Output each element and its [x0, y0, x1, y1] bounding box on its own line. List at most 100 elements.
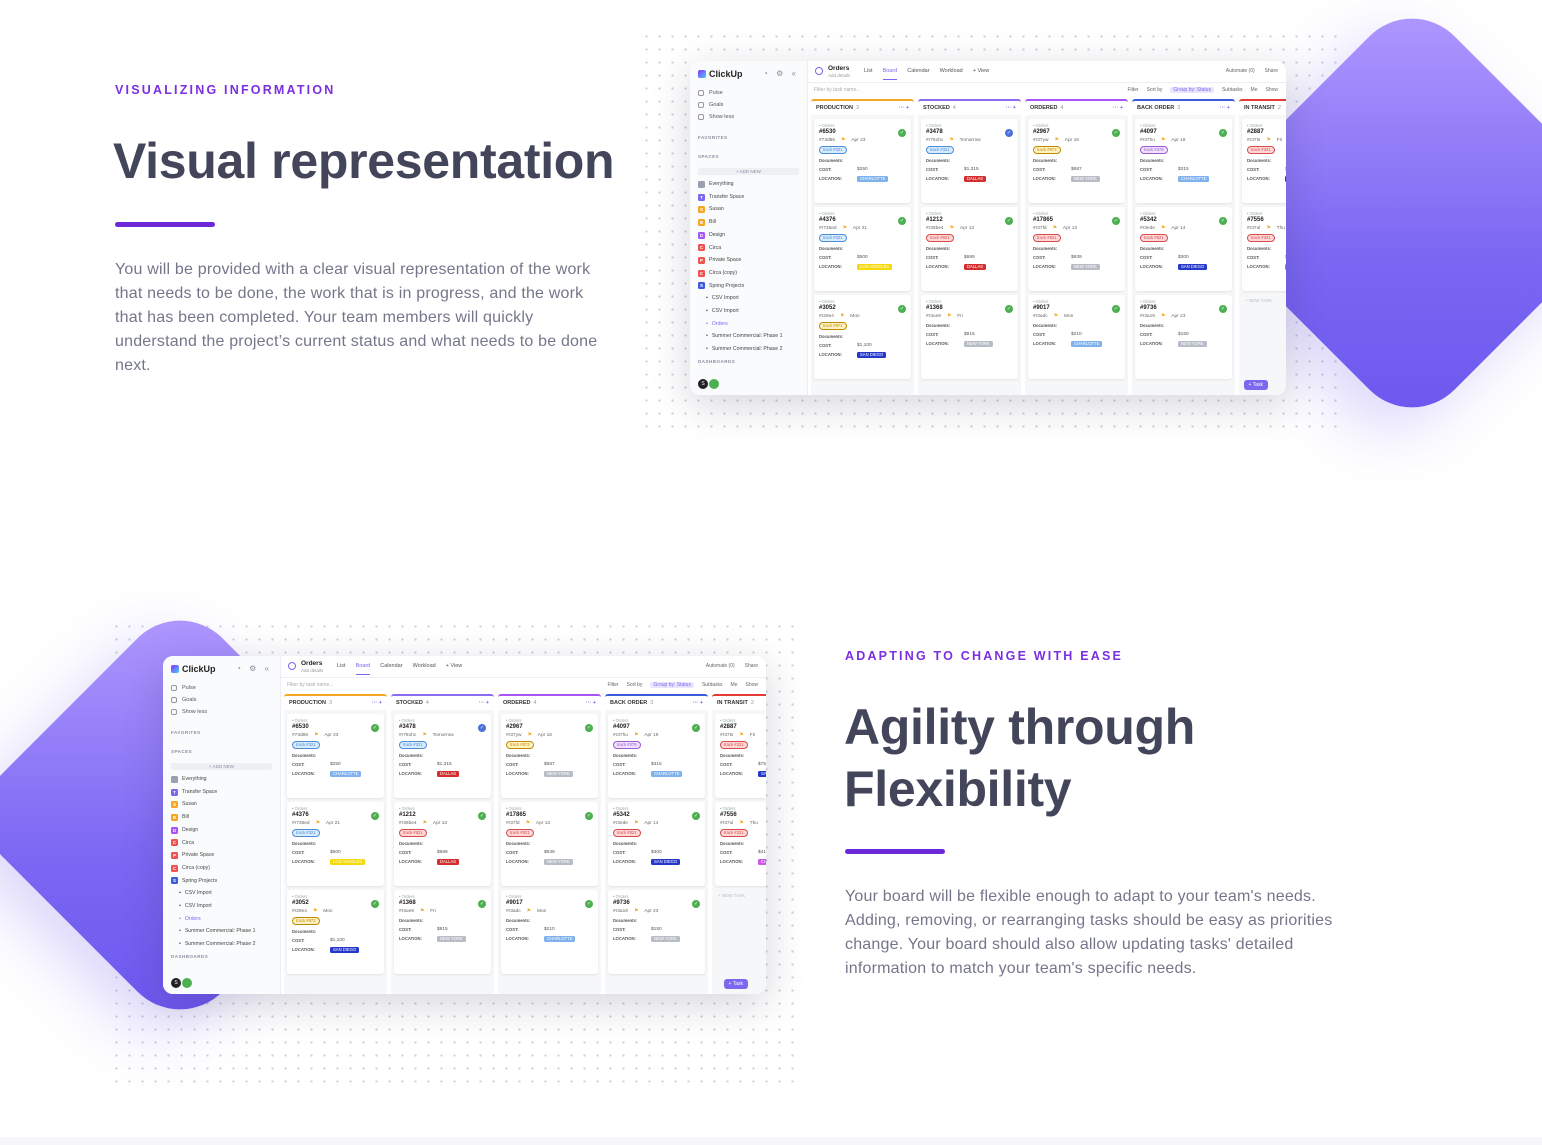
topbar-action[interactable]: Automate (0): [706, 663, 735, 669]
list-item[interactable]: • Summer Commercial: Phase 2: [698, 343, 803, 356]
add-icon[interactable]: ··· +: [372, 700, 382, 706]
sidebar-nav-item[interactable]: Pulse: [171, 682, 207, 694]
task-card[interactable]: • Orders #6530 ✓ #73d86 ⚑ Apr 23 track #321 Doc…: [814, 119, 911, 203]
task-card[interactable]: • Orders #4097 ✓ #r37hu ⚑ Apr 19 track #378 Doc…: [608, 714, 705, 798]
task-card[interactable]: • Orders #3052 ✓ #r29e4 ⚑ Mon track #872 Docume…: [287, 890, 384, 974]
space-item[interactable]: Everything: [698, 178, 803, 191]
sidebar-tools-icons[interactable]: ◔ ⚙ «: [236, 664, 272, 673]
task-card[interactable]: • Orders#2887✓#r37ts⚑Fritrack #321Docume…: [715, 714, 766, 798]
search-input[interactable]: Filter by task name...: [814, 87, 860, 93]
task-card[interactable]: • Orders#7556✓#r37ul⚑Thutrack #321Docume…: [1242, 207, 1286, 291]
sidebar-nav-item[interactable]: Show less: [171, 706, 207, 718]
task-card[interactable]: • Orders#2887✓#r37ts⚑Fritrack #321Docume…: [1242, 119, 1286, 203]
column-header[interactable]: PRODUCTION 3 ··· +: [284, 694, 387, 710]
filter-action[interactable]: Show: [745, 682, 758, 688]
column-header[interactable]: PRODUCTION 3 ··· +: [811, 99, 914, 115]
tab-board[interactable]: Board: [882, 68, 898, 80]
list-item[interactable]: • Orders: [171, 913, 276, 926]
add-new-button[interactable]: + ADD NEW: [171, 763, 272, 770]
add-icon[interactable]: ··· +: [1113, 105, 1123, 111]
add-icon[interactable]: ··· +: [479, 700, 489, 706]
space-item[interactable]: B Bill: [698, 216, 803, 229]
sidebar-nav-item[interactable]: Goals: [171, 694, 207, 706]
folder-item[interactable]: ▪ CSV Import: [698, 305, 803, 318]
add-icon[interactable]: ··· +: [1006, 105, 1016, 111]
task-card[interactable]: • Orders #17865 ✓ #r37fd ⚑ Apr 13 track #821 Do…: [501, 802, 598, 886]
filter-action[interactable]: Me: [1251, 87, 1258, 93]
logo[interactable]: ClickUp: [698, 69, 743, 79]
filter-action[interactable]: Me: [731, 682, 738, 688]
space-item[interactable]: Everything: [171, 773, 276, 786]
space-item[interactable]: S Susan: [171, 798, 276, 811]
view-subtitle[interactable]: Add details: [828, 73, 850, 78]
search-input[interactable]: Filter by task name...: [287, 682, 333, 688]
favorites-header[interactable]: FAVORITES: [171, 730, 201, 735]
add-icon[interactable]: ··· +: [1220, 105, 1230, 111]
list-item[interactable]: • Summer Commercial: Phase 1: [171, 925, 276, 938]
tab-view[interactable]: + View: [446, 663, 463, 675]
sidebar-tools-icons[interactable]: ◔ ⚙ «: [763, 69, 799, 78]
topbar-action[interactable]: Share: [745, 663, 758, 669]
task-card[interactable]: • Orders #4376 ✓ #r736ed ⚑ Apr 21 track #321 Do…: [814, 207, 911, 291]
filter-action[interactable]: Show: [1265, 87, 1278, 93]
filter-action[interactable]: Subtasks: [702, 682, 723, 688]
task-card[interactable]: • Orders #4376 ✓ #r736ed ⚑ Apr 21 track #321 Do…: [287, 802, 384, 886]
space-item[interactable]: P Private Space: [171, 849, 276, 862]
space-item[interactable]: S Susan: [698, 203, 803, 216]
add-new-button[interactable]: + ADD NEW: [698, 168, 799, 175]
column-header[interactable]: IN TRANSIT2··· +: [1239, 99, 1286, 115]
tab-board[interactable]: Board: [355, 663, 371, 675]
space-item[interactable]: D Design: [171, 824, 276, 837]
column-header[interactable]: BACK ORDER 3 ··· +: [1132, 99, 1235, 115]
sidebar-nav-item[interactable]: Goals: [698, 99, 734, 111]
space-item[interactable]: D Design: [698, 229, 803, 242]
tab-view[interactable]: + View: [973, 68, 990, 80]
list-item[interactable]: • Summer Commercial: Phase 2: [171, 938, 276, 951]
task-card[interactable]: • Orders #3478 ✓ #r751hc ⚑ Tomorrow track #321…: [394, 714, 491, 798]
filter-action[interactable]: Subtasks: [1222, 87, 1243, 93]
add-icon[interactable]: ··· +: [693, 700, 703, 706]
task-card[interactable]: • Orders #5342 ✓ #r3ede ⚑ Apr 14 track #821 Doc…: [1135, 207, 1232, 291]
tab-workload[interactable]: Workload: [940, 68, 963, 80]
space-item[interactable]: S Spring Projects: [698, 280, 803, 293]
column-header[interactable]: ORDERED 4 ··· +: [1025, 99, 1128, 115]
view-subtitle[interactable]: Add details: [301, 668, 323, 673]
task-card[interactable]: • Orders #9736 ✓ #r3a19 ⚑ Apr 23 Documents: COS…: [608, 890, 705, 974]
space-item[interactable]: B Bill: [171, 811, 276, 824]
task-card[interactable]: • Orders#7556✓#r37ul⚑Thutrack #321Docume…: [715, 802, 766, 886]
task-card[interactable]: • Orders #17865 ✓ #r37fd ⚑ Apr 13 track #821 Do…: [1028, 207, 1125, 291]
column-header[interactable]: STOCKED 4 ··· +: [391, 694, 494, 710]
task-card[interactable]: • Orders #1212 ✓ #r35be4 ⚑ Apr 13 track #821 Do…: [921, 207, 1018, 291]
task-card[interactable]: • Orders #3052 ✓ #r29e4 ⚑ Mon track #872 Docume…: [814, 295, 911, 379]
tab-calendar[interactable]: Calendar: [380, 663, 402, 675]
space-item[interactable]: S Spring Projects: [171, 875, 276, 888]
task-card[interactable]: • Orders #1212 ✓ #r35be4 ⚑ Apr 13 track #821 Do…: [394, 802, 491, 886]
folder-item[interactable]: ▪ CSV Import: [171, 900, 276, 913]
task-card[interactable]: • Orders #2967 ✓ #r37yw ⚑ Apr 16 track #872 Doc…: [501, 714, 598, 798]
space-item[interactable]: C Circa: [171, 837, 276, 850]
sidebar-nav-item[interactable]: Show less: [698, 111, 734, 123]
new-task-button[interactable]: + NEW TASK: [1239, 295, 1286, 306]
favorites-header[interactable]: FAVORITES: [698, 135, 728, 140]
view-title[interactable]: Orders: [301, 660, 322, 667]
column-header[interactable]: ORDERED 4 ··· +: [498, 694, 601, 710]
filter-action[interactable]: Sort by: [627, 682, 643, 688]
task-card[interactable]: • Orders #9017 ✓ #r3adc ⚑ Mon Documents: COST: $…: [1028, 295, 1125, 379]
tab-workload[interactable]: Workload: [413, 663, 436, 675]
sidebar-nav-item[interactable]: Pulse: [698, 87, 734, 99]
space-item[interactable]: C Circa (copy): [698, 267, 803, 280]
task-card[interactable]: • Orders #5342 ✓ #r3ede ⚑ Apr 14 track #821 Doc…: [608, 802, 705, 886]
folder-item[interactable]: ▪ CSV Import: [171, 887, 276, 900]
add-icon[interactable]: ··· +: [586, 700, 596, 706]
filter-action[interactable]: Filter: [607, 682, 618, 688]
new-task-button[interactable]: + NEW TASK: [712, 890, 766, 901]
filter-action[interactable]: Sort by: [1147, 87, 1163, 93]
view-title[interactable]: Orders: [828, 65, 849, 72]
user-avatars[interactable]: S: [171, 978, 192, 988]
add-icon[interactable]: ··· +: [899, 105, 909, 111]
task-card[interactable]: • Orders #3478 ✓ #r751hc ⚑ Tomorrow track #321…: [921, 119, 1018, 203]
space-item[interactable]: T Transfer Space: [698, 191, 803, 204]
tab-list[interactable]: List: [337, 663, 346, 675]
topbar-action[interactable]: Share: [1265, 68, 1278, 74]
add-task-button[interactable]: + Task: [1243, 380, 1268, 390]
